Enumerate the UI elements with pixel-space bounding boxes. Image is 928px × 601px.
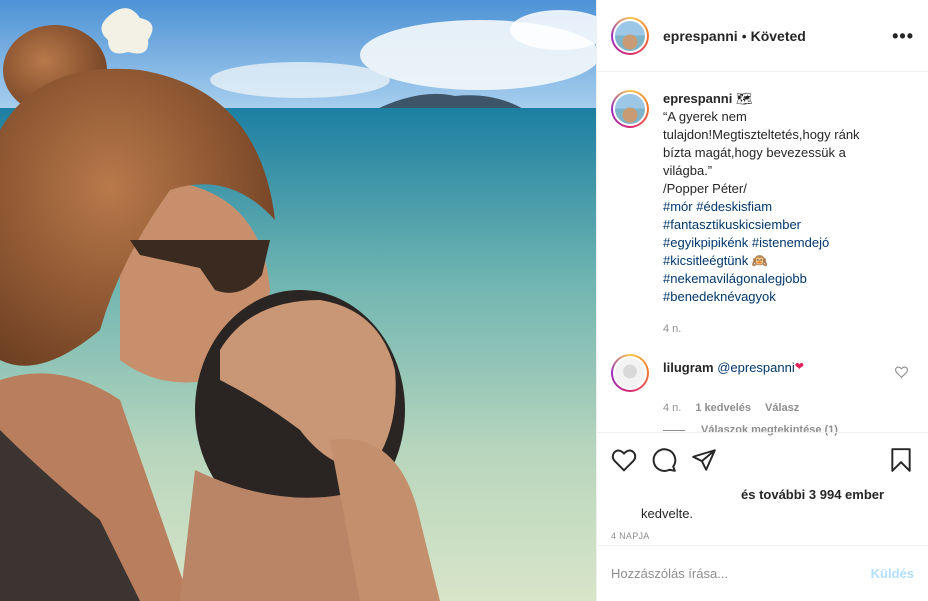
caption-row: eprespanni 🗺 “A gyerek nem tulajdon!Megt… [611,90,914,338]
comment-meta: 4 n. 1 kedvelés Válasz [663,402,914,414]
post-date[interactable]: 4 NAPJA [611,531,914,541]
beach-photo [0,0,596,601]
heart-emoji: ❤ [794,361,804,373]
author-username[interactable]: eprespanni [663,28,738,44]
caption-author-avatar[interactable] [611,90,649,128]
likes-count[interactable]: és további 3 994 ember [611,487,914,502]
caption-line: “A gyerek nem [663,109,747,124]
reply-button[interactable]: Válasz [765,402,799,414]
share-icon[interactable] [691,447,717,473]
more-options-icon[interactable]: ••• [892,26,914,47]
comment-item: lilugram @eprespanni❤ [611,354,914,392]
hashtag-line[interactable]: #egyikpipikénk #istenemdejó [663,234,873,252]
heart-icon[interactable] [611,447,637,473]
hashtag-line[interactable]: #fantasztikuskicsiember [663,216,873,234]
caption-time[interactable]: 4 n. [663,320,873,338]
bookmark-icon[interactable] [888,447,914,473]
post-header: eprespanni • Követed ••• [597,0,928,72]
likes-suffix: kedvelte. [641,506,694,521]
hashtag-line[interactable]: #mór #édeskisfiam [663,198,873,216]
comment-input[interactable] [611,566,871,581]
hashtag-line[interactable]: #nekemavilágonalegjobb [663,270,873,288]
comment-like-icon[interactable] [895,366,908,381]
replies-divider [663,429,685,431]
caption-line: bízta magát,hogy bevezessük a [663,145,846,160]
comments-area: eprespanni 🗺 “A gyerek nem tulajdon!Megt… [597,72,928,436]
comment-mention[interactable]: @eprespanni [717,360,795,375]
comment-text: lilugram @eprespanni❤ [663,360,804,392]
hashtag-line[interactable]: #kicsitleégtünk 🙉 [663,252,873,270]
post-photo[interactable] [0,0,596,601]
comment-likes[interactable]: 1 kedvelés [695,402,751,414]
caption-username[interactable]: eprespanni [663,91,732,106]
action-icons [611,445,914,475]
comment-time[interactable]: 4 n. [663,402,681,414]
caption: eprespanni 🗺 “A gyerek nem tulajdon!Megt… [663,90,873,338]
author-avatar[interactable] [611,16,649,55]
post-details-panel: eprespanni • Követed ••• eprespanni 🗺 “A… [596,0,928,601]
add-comment-bar: Küldés [597,545,928,601]
caption-line: /Popper Péter/ [663,181,747,196]
follow-status-button[interactable]: Követed [751,28,806,44]
separator: • [741,27,747,44]
post-actions: és további 3 994 ember kedvelte. 4 NAPJA [597,432,928,541]
instagram-post: eprespanni • Követed ••• eprespanni 🗺 “A… [0,0,928,601]
send-button[interactable]: Küldés [871,566,914,581]
commenter-username[interactable]: lilugram [663,360,714,375]
commenter-avatar[interactable] [611,354,649,392]
hashtag-line[interactable]: #benedeknévagyok [663,288,873,306]
caption-line: világba.” [663,163,713,178]
comment-icon[interactable] [651,447,677,473]
caption-line: tulajdon!Megtiszteltetés,hogy ránk [663,127,860,142]
map-emoji: 🗺 [735,91,753,106]
